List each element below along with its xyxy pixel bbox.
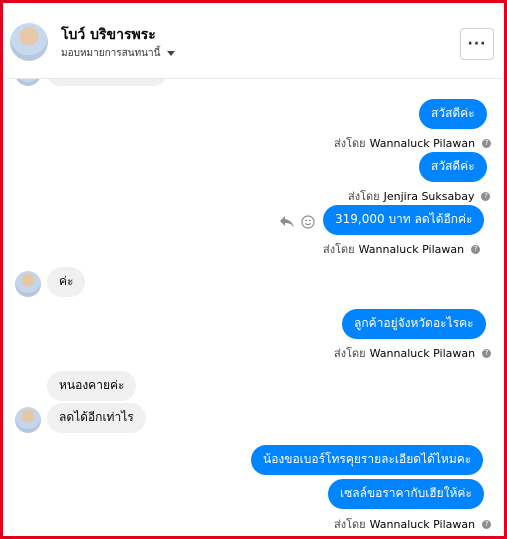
assign-conversation-label: มอบหมายการสนทนานี้ [61,48,161,59]
scrollbar-track[interactable] [497,6,503,536]
more-options-button[interactable]: ··· [460,28,494,60]
contact-name[interactable]: โบว์ บริขารพระ [61,24,156,46]
help-icon[interactable]: ? [471,244,481,254]
assign-conversation-dropdown[interactable]: มอบหมายการสนทนานี้ [61,46,176,61]
help-icon[interactable]: ? [482,348,492,358]
message-bubble-outgoing[interactable]: ลูกค้าอยู่จังหวัดอะไรคะ [342,309,486,339]
help-icon[interactable]: ? [482,519,492,529]
contact-avatar [15,407,41,433]
emoji-icon[interactable] [301,215,315,229]
message-bubble-outgoing[interactable]: สวัสดีค่ะ [419,152,487,182]
message-actions [279,215,315,229]
message-bubble-outgoing[interactable]: สวัสดีค่ะ [419,99,487,129]
help-icon[interactable]: ? [482,138,492,148]
sent-by-label: ส่งโดย Wannaluck Pilawan ? [334,134,492,152]
message-bubble-incoming[interactable]: ค่ะ [47,267,86,297]
message-bubble-outgoing[interactable]: 319,000 บาท ลดได้อีกค่ะ [323,205,485,235]
message-bubble-outgoing[interactable]: น้องขอเบอร์โทรคุยรายละเอียดได้ไหมคะ [251,445,484,475]
message-list[interactable]: สวัสดีค่ะ ส่งโดย Wannaluck Pilawan ? สวั… [3,3,504,536]
message-bubble-incoming[interactable]: ลดได้อีกเท่าไร [47,403,146,433]
reply-icon[interactable] [279,215,295,229]
sent-by-label: ส่งโดย Wannaluck Pilawan ? [323,240,481,258]
chat-header: โบว์ บริขารพระ มอบหมายการสนทนานี้ ··· [6,6,502,79]
sent-by-label: ส่งโดย Jenjira Suksabay ? [348,187,491,205]
contact-avatar[interactable] [10,23,48,61]
help-icon[interactable]: ? [481,191,491,201]
sent-by-label: ส่งโดย Wannaluck Pilawan ? [334,515,492,533]
chat-window: สวัสดีค่ะ ส่งโดย Wannaluck Pilawan ? สวั… [0,0,507,539]
message-bubble-outgoing[interactable]: เซลล์ขอราคากับเฮียให้ค่ะ [328,479,484,509]
sent-by-label: ส่งโดย Wannaluck Pilawan ? [334,344,492,362]
caret-down-icon [167,51,176,56]
message-bubble-incoming[interactable]: หนองคายค่ะ [47,371,137,401]
contact-avatar [15,271,41,297]
